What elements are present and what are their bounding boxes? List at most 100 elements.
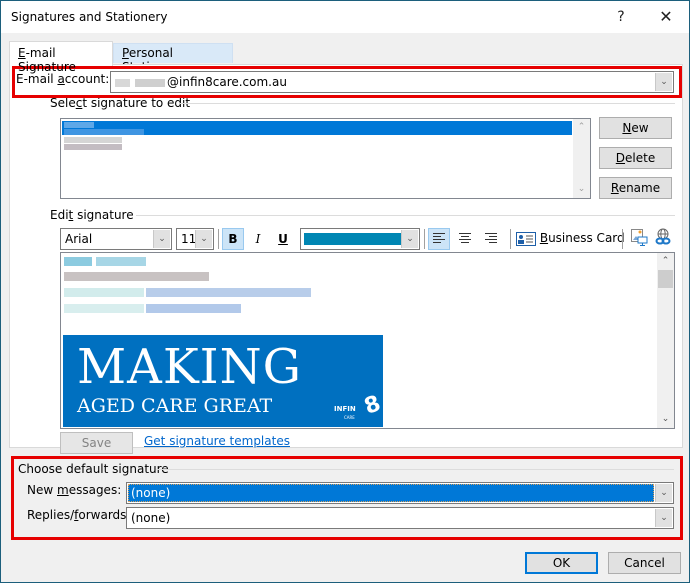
signature-banner-image: MAKING AGED CARE GREAT INFIN CARE 8 (63, 335, 385, 427)
label-part: signature (73, 208, 134, 222)
redacted-link (146, 288, 311, 297)
signature-list-scrollbar[interactable]: ⌃ ⌄ (573, 119, 590, 198)
redacted-text (64, 272, 209, 281)
font-value: Arial (65, 232, 93, 246)
align-left-icon (433, 233, 445, 243)
btn-label: usiness Card (548, 231, 625, 245)
insert-picture-button[interactable] (628, 228, 650, 250)
group-divider (156, 469, 674, 470)
group-divider (136, 215, 675, 216)
chevron-down-icon[interactable]: ⌄ (657, 411, 674, 428)
chevron-up-icon[interactable]: ⌃ (657, 253, 674, 270)
chevron-down-icon[interactable]: ⌄ (655, 509, 672, 527)
font-color-dropdown[interactable]: ⌄ (300, 228, 420, 250)
business-card-button[interactable]: Business Card (516, 231, 625, 246)
email-account-value: @infin8care.com.au (115, 75, 287, 89)
label-part: orwards: (78, 508, 131, 522)
banner-headline: MAKING (77, 339, 302, 395)
tab-personal-stationery[interactable]: Personal Stationery (113, 43, 233, 74)
select-signature-label: Select signature to edit (50, 96, 190, 110)
email-account-label: E-mail account: (16, 72, 109, 86)
label-part: Replies/ (27, 508, 75, 522)
redacted-text (64, 129, 144, 135)
tab-mnemonic: E (18, 46, 26, 60)
insert-hyperlink-button[interactable] (652, 228, 674, 250)
align-right-button[interactable] (480, 228, 502, 250)
close-icon: ✕ (659, 7, 673, 26)
btn-mnemonic: B (539, 231, 549, 245)
tab-panel: E-mail account: @infin8care.com.au ⌄ Sel… (9, 64, 683, 454)
replies-forwards-dropdown[interactable]: (none) ⌄ (126, 507, 674, 529)
btn-mnemonic: D (615, 151, 626, 165)
chevron-down-icon[interactable]: ⌄ (153, 230, 170, 248)
italic-button[interactable]: I (247, 228, 269, 250)
title-bar: Signatures and Stationery ? ✕ (1, 1, 689, 33)
business-card-icon (516, 231, 536, 246)
redacted-text (96, 257, 146, 266)
redacted-username (115, 78, 165, 87)
new-button[interactable]: New (599, 117, 672, 139)
chevron-down-icon[interactable]: ⌄ (655, 484, 672, 502)
scrollbar-thumb[interactable] (658, 270, 673, 288)
chevron-up-icon[interactable]: ⌃ (573, 119, 590, 136)
font-dropdown[interactable]: Arial ⌄ (60, 228, 172, 250)
close-button[interactable]: ✕ (651, 5, 681, 29)
label-part: Edi (50, 208, 69, 222)
group-divider (180, 103, 675, 104)
chevron-down-icon[interactable]: ⌄ (401, 230, 418, 248)
replies-forwards-value: (none) (131, 511, 171, 525)
redacted-text (64, 288, 144, 297)
redacted-text (64, 137, 122, 143)
font-size-value: 11 (181, 232, 197, 246)
toolbar-separator (510, 229, 511, 249)
edit-signature-label: Edit signature (50, 208, 134, 222)
chevron-down-icon[interactable]: ⌄ (573, 181, 590, 198)
selection-highlight (128, 484, 654, 502)
format-toolbar: Arial ⌄ 11 ⌄ B I U ⌄ Business Card (60, 227, 675, 251)
align-left-button[interactable] (428, 228, 450, 250)
new-messages-dropdown[interactable]: (none) ⌄ (126, 482, 674, 504)
align-center-button[interactable] (454, 228, 476, 250)
signature-editor[interactable]: MAKING AGED CARE GREAT INFIN CARE 8 ⌃ ⌄ (60, 252, 675, 429)
redacted-text (64, 144, 122, 150)
btn-mnemonic: R (610, 181, 619, 195)
font-color-swatch (304, 233, 401, 245)
new-messages-label: New messages: (27, 483, 121, 497)
align-center-icon (459, 233, 471, 243)
tab-email-signature[interactable]: E-mail Signature (9, 41, 113, 74)
chevron-down-icon[interactable]: ⌄ (655, 73, 672, 91)
ok-button[interactable]: OK (525, 552, 598, 574)
insert-picture-icon (631, 229, 648, 246)
bold-button[interactable]: B (222, 228, 244, 250)
font-size-dropdown[interactable]: 11 ⌄ (176, 228, 214, 250)
email-domain: @infin8care.com.au (167, 75, 287, 89)
redacted-link (146, 304, 241, 313)
btn-label: ename (618, 181, 661, 195)
hyperlink-icon (655, 228, 671, 245)
signature-list[interactable]: ⌃ ⌄ (60, 118, 591, 199)
get-signature-templates-link[interactable]: Get signature templates (144, 434, 290, 448)
label-part: New (27, 483, 57, 497)
banner-logo-mark: 8 (361, 391, 385, 420)
delete-button[interactable]: Delete (599, 147, 672, 169)
signature-list-item[interactable] (62, 136, 572, 150)
default-signature-heading: Choose default signature (18, 462, 169, 476)
help-button[interactable]: ? (606, 5, 636, 29)
signature-list-item-selected[interactable] (62, 121, 572, 135)
rename-button[interactable]: Rename (599, 177, 672, 199)
cancel-button[interactable]: Cancel (608, 552, 681, 574)
email-account-dropdown[interactable]: @infin8care.com.au ⌄ (110, 71, 674, 93)
align-right-icon (485, 233, 497, 243)
chevron-down-icon[interactable]: ⌄ (195, 230, 212, 248)
save-button[interactable]: Save (60, 432, 133, 454)
tab-mnemonic: P (122, 46, 129, 60)
underline-button[interactable]: U (272, 228, 294, 250)
banner-tagline: AGED CARE GREAT (77, 395, 273, 417)
editor-scrollbar[interactable]: ⌃ ⌄ (657, 253, 674, 428)
label-part: Sele (50, 96, 76, 110)
toolbar-separator (622, 229, 623, 249)
window-title: Signatures and Stationery (11, 10, 168, 24)
redacted-text (64, 257, 92, 266)
toolbar-separator (218, 229, 219, 249)
label-part: ccount: (64, 72, 110, 86)
